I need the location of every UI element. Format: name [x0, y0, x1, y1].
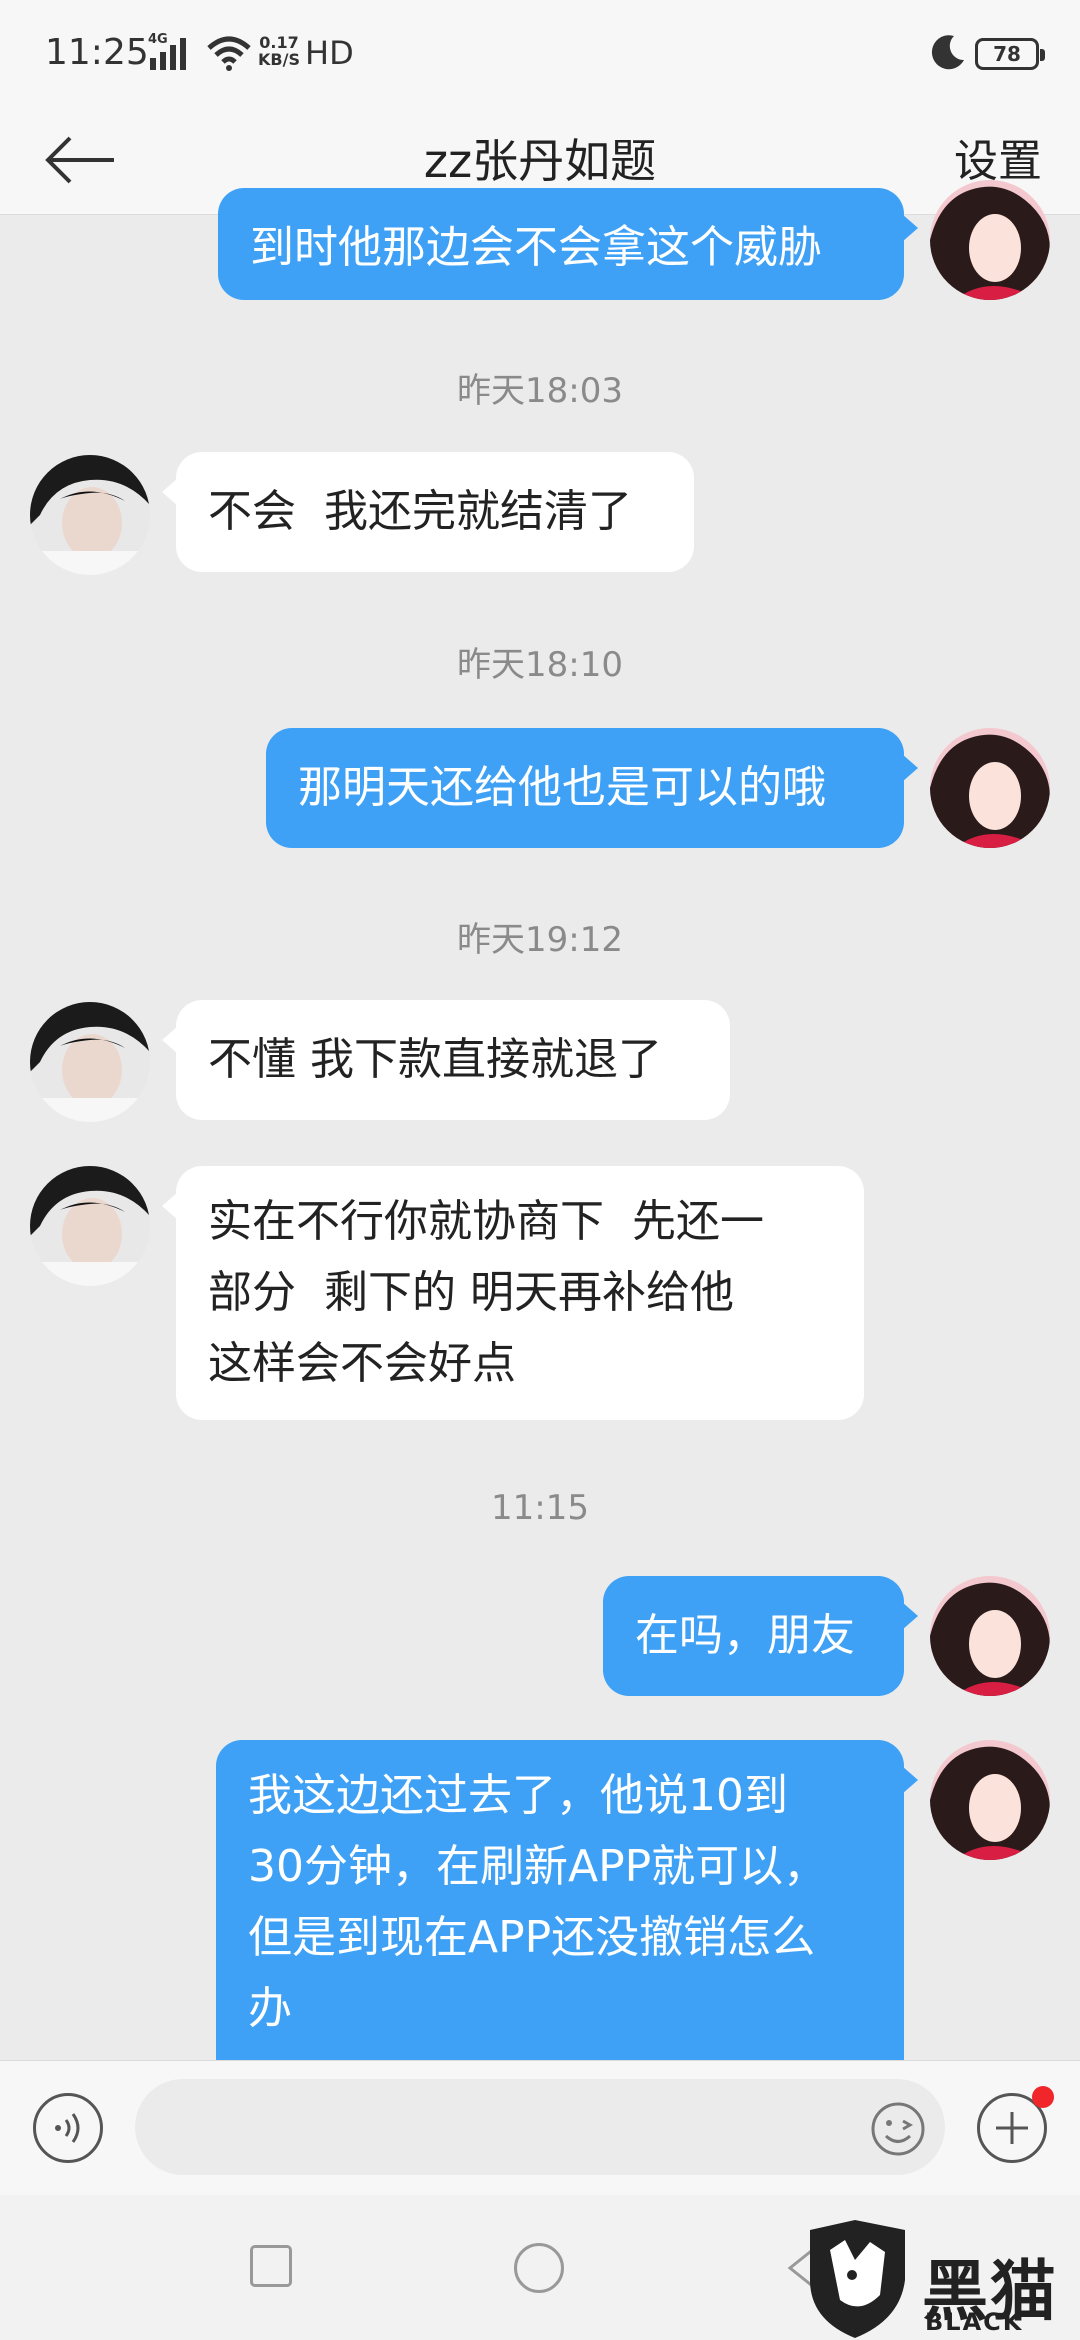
network-type: 4G: [148, 32, 168, 47]
timestamp: 11:15: [491, 1488, 589, 1528]
avatar[interactable]: [930, 1740, 1050, 1860]
sent-message[interactable]: 在吗，朋友: [603, 1576, 918, 1696]
home-button[interactable]: [514, 2243, 564, 2293]
avatar[interactable]: [30, 455, 150, 575]
user-avatar-icon: [930, 1576, 1050, 1696]
received-message[interactable]: 不懂 我下款直接就退了: [162, 1000, 730, 1120]
sent-message[interactable]: 到时他那边会不会拿这个威胁: [218, 188, 918, 300]
avatar[interactable]: [30, 1166, 150, 1286]
avatar[interactable]: [930, 180, 1050, 300]
moon-icon: [928, 32, 968, 76]
voice-icon: [55, 2113, 80, 2143]
sent-message[interactable]: 那明天还给他也是可以的哦: [266, 728, 918, 848]
recent-apps-button[interactable]: [250, 2245, 292, 2287]
cat-shield-icon: [810, 2220, 905, 2338]
signal-icon: 4G: [148, 32, 198, 76]
user-avatar-icon: [930, 728, 1050, 848]
timestamp: 昨天18:10: [457, 645, 623, 685]
received-message[interactable]: 实在不行你就协商下 先还一 部分 剩下的 明天再补给他 这样会不会好点: [162, 1166, 864, 1420]
voice-button[interactable]: [33, 2093, 103, 2163]
avatar[interactable]: [930, 728, 1050, 848]
page-title: zz张丹如题: [423, 134, 657, 188]
received-message[interactable]: 不会 我还完就结清了: [162, 452, 694, 572]
wifi-icon: [205, 34, 253, 76]
user-avatar-icon: [930, 1740, 1050, 1860]
battery-icon: 78: [975, 38, 1045, 70]
message-input[interactable]: [135, 2079, 945, 2175]
input-bar: [0, 2060, 1080, 2195]
speed-unit: KB/S: [258, 50, 300, 69]
emoji-icon: [871, 2102, 925, 2156]
friend-avatar-icon: [30, 1166, 150, 1286]
hd-indicator: HD: [305, 34, 354, 72]
system-nav-bar: [0, 2195, 1080, 2340]
status-bar: 11:25 4G 0.17 KB/S HD 78: [0, 0, 1080, 105]
watermark-subtext: BLACK CAT: [925, 2308, 1024, 2340]
watermark-logo: [800, 2220, 915, 2340]
user-avatar-icon: [930, 180, 1050, 300]
avatar[interactable]: [30, 1002, 150, 1122]
sent-message[interactable]: 我这边还过去了，他说10到 30分钟，在刷新APP就可以， 但是到现在APP还没…: [216, 1740, 918, 2060]
network-speed: 0.17 KB/S: [258, 34, 300, 68]
plus-icon: [996, 2112, 1028, 2144]
emoji-button[interactable]: [868, 2099, 928, 2159]
status-time: 11:25: [45, 32, 149, 73]
friend-avatar-icon: [30, 1002, 150, 1122]
friend-avatar-icon: [30, 455, 150, 575]
timestamp: 昨天19:12: [457, 920, 623, 960]
settings-button[interactable]: 设置: [954, 125, 1042, 189]
avatar[interactable]: [930, 1576, 1050, 1696]
notification-dot: [1032, 2086, 1054, 2108]
timestamp: 昨天18:03: [457, 371, 623, 411]
